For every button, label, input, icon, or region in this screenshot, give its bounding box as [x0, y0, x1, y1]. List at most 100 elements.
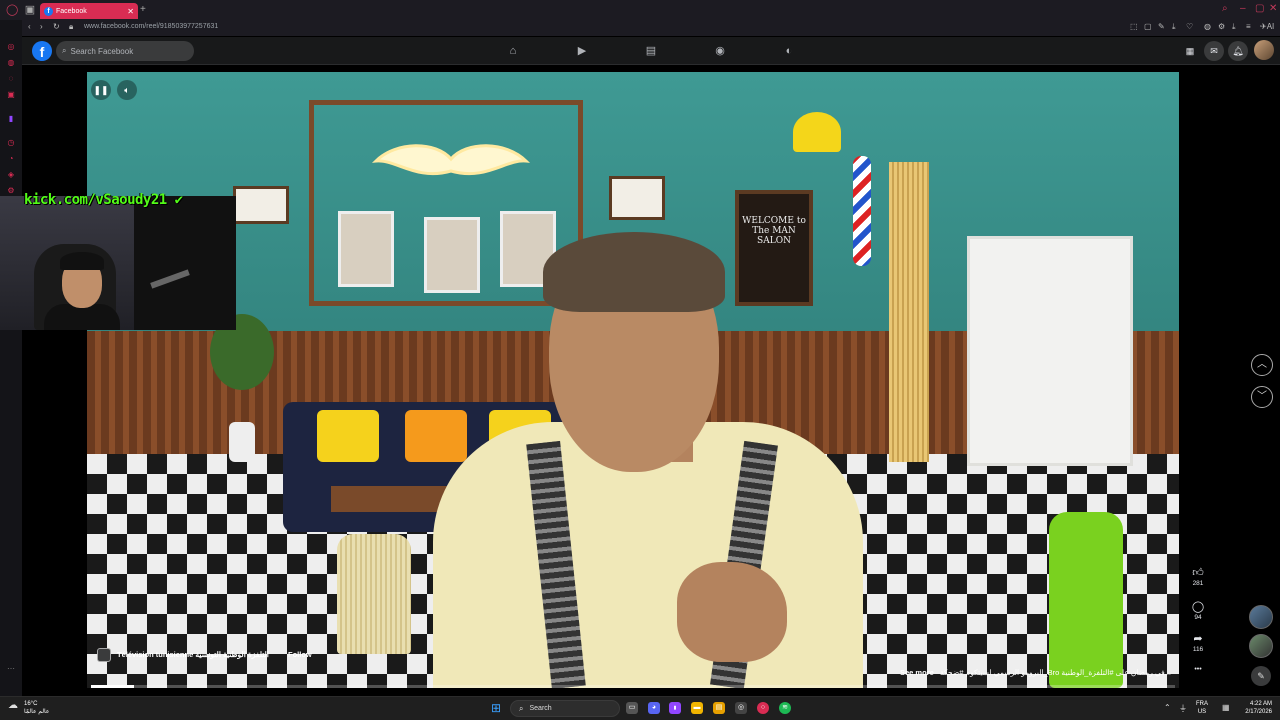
minimize-icon[interactable]: –	[1240, 3, 1246, 14]
clock[interactable]: 4:22 AM 2/17/2026	[1245, 700, 1272, 716]
taskbar-search-label: Search	[529, 705, 552, 712]
volume-icon[interactable]: 🔈︎	[117, 80, 137, 100]
download-icon[interactable]: ⤓	[1172, 22, 1176, 32]
lock-icon: 🔒︎	[69, 22, 74, 31]
clock-rail-icon[interactable]: ◷	[6, 138, 16, 148]
home-icon[interactable]: ⌂	[504, 42, 522, 60]
url-field[interactable]: www.facebook.com/reel/918503977257631	[84, 23, 218, 30]
instagram-rail-icon[interactable]: ▣	[6, 90, 16, 100]
copilot-icon[interactable]: ◍	[1204, 22, 1211, 31]
task-view-icon[interactable]: ▭	[626, 702, 638, 714]
microphone-icon[interactable]: ⏚	[1179, 703, 1187, 714]
facebook-header: f ⌕ Search Facebook ⌂ ▶︎ ▤ ◉ ◐ ▦ ✉︎ 🔔︎	[22, 37, 1280, 65]
file-explorer-icon[interactable]: ▬	[691, 702, 703, 714]
contact-avatar[interactable]	[1249, 634, 1273, 658]
video-progress-bar[interactable]	[91, 685, 1175, 688]
messenger-rail-icon[interactable]: ◍	[6, 58, 16, 68]
forward-icon[interactable]: ›	[40, 22, 43, 31]
network-icon[interactable]: ▦	[1222, 703, 1230, 712]
download-manager-icon[interactable]: ⤓	[1232, 22, 1236, 32]
search-icon: ⌕	[62, 46, 67, 55]
whatsapp-rail-icon[interactable]: ◌	[6, 74, 16, 84]
notifications-icon[interactable]: 🔔︎	[1228, 41, 1248, 61]
scene-certificate	[609, 176, 665, 220]
new-message-icon[interactable]: ✎	[1251, 666, 1271, 686]
webcam-mic	[150, 269, 190, 289]
menu-icon[interactable]: ≡	[1246, 22, 1251, 31]
tray-overflow-icon[interactable]: ⌃	[1164, 703, 1171, 712]
more-options-button[interactable]: •••	[1188, 666, 1208, 673]
scene-pillow	[405, 410, 467, 462]
new-tab-button[interactable]: +	[140, 4, 146, 15]
twitch-rail-icon[interactable]: ▮	[6, 114, 16, 124]
home-rail-icon[interactable]: ◎	[6, 42, 16, 52]
messenger-icon[interactable]: ✉︎	[1204, 41, 1224, 61]
settings-icon[interactable]: ⚙	[1218, 22, 1225, 31]
like-button[interactable]: 👍︎ 281	[1188, 566, 1208, 587]
menu-grid-icon[interactable]: ▦	[1180, 41, 1200, 61]
ai-button[interactable]: ✈︎AI	[1260, 22, 1274, 31]
mustache-neon-icon	[371, 144, 531, 176]
heart-icon[interactable]: ♡	[1186, 22, 1193, 31]
discord-icon[interactable]: ◕	[648, 702, 660, 714]
pause-icon[interactable]: ❚❚	[91, 80, 111, 100]
snapshot-icon[interactable]: ▢	[1144, 22, 1152, 31]
browser-sidebar: ◎ ◍ ◌ ▣ ▮ ◷ ◔ ◈ ⚙ ⋯	[0, 20, 22, 696]
barber-pole	[853, 156, 871, 266]
language-indicator[interactable]: FRA US	[1196, 700, 1208, 716]
spotify-icon[interactable]: ≋	[779, 702, 791, 714]
more-rail-icon[interactable]: ⋯	[6, 664, 16, 674]
scene-spray-bottle	[1049, 512, 1123, 688]
groups-icon[interactable]: ◉	[711, 42, 729, 60]
lang-code: FRA	[1196, 701, 1208, 707]
twitch-icon[interactable]: ▮	[669, 702, 681, 714]
back-icon[interactable]: ‹	[28, 22, 31, 31]
facebook-logo[interactable]: f	[32, 41, 52, 61]
opera-menu-icon[interactable]: ◯	[6, 4, 18, 16]
video-icon[interactable]: ▶︎	[573, 42, 591, 60]
reload-icon[interactable]: ↻	[53, 22, 60, 31]
share-button[interactable]: ➦ 116	[1188, 632, 1208, 653]
extensions-icon[interactable]: ✎	[1158, 22, 1165, 31]
history-rail-icon[interactable]: ◔	[6, 154, 16, 164]
bookmark-icon[interactable]: ⬚	[1130, 22, 1138, 31]
clock-time: 4:22 AM	[1249, 701, 1272, 707]
follow-button[interactable]: Follow	[288, 650, 312, 659]
profile-avatar[interactable]	[1254, 40, 1274, 60]
pin-rail-icon[interactable]: ◈	[6, 170, 16, 180]
next-reel-button[interactable]: ﹀	[1251, 386, 1273, 408]
weather-temp: 16°C	[24, 701, 38, 707]
folder-icon[interactable]: ▤	[713, 702, 725, 714]
search-tabs-icon[interactable]: ⌕	[1222, 3, 1228, 14]
reel-caption[interactable]: See more البرومو الرسمي لسيتكوم #ضحكة_Br…	[900, 668, 1171, 677]
page-avatar[interactable]	[97, 648, 111, 662]
taskbar-search[interactable]: ⌕ Search	[510, 700, 620, 717]
reel-video[interactable]: WELCOME to The MAN SALON ❚❚ 🔈︎ Télévisio…	[87, 72, 1179, 688]
windows-start-icon[interactable]: ⊞	[491, 702, 503, 714]
scene-certificate	[233, 186, 289, 224]
maximize-icon[interactable]: ▢	[1255, 3, 1264, 14]
kick-channel-text: kick.com/vSaoudy21 ✔	[24, 192, 183, 208]
comment-button[interactable]: ◯ 94	[1188, 600, 1208, 621]
close-window-icon[interactable]: ✕	[1269, 3, 1277, 14]
verified-icon: ✔	[174, 192, 183, 208]
obs-icon[interactable]: ◎	[735, 702, 747, 714]
comment-icon: ◯	[1191, 601, 1205, 613]
share-icon: ➦	[1193, 633, 1203, 645]
caption-text: البرومو الرسمي لسيتكوم #ضحكة_Bro في رمضا…	[939, 668, 1171, 677]
page-name[interactable]: Télévision tunisienne التلفزة الوطنية ال…	[117, 650, 269, 659]
weather-widget[interactable]: ☁︎ 16°C عالم عالمًا	[8, 700, 49, 716]
previous-reel-button[interactable]: ︿	[1251, 354, 1273, 376]
tab-list-icon[interactable]: ▣	[24, 4, 36, 16]
scene-photo	[338, 211, 394, 287]
opera-icon[interactable]: ○	[757, 702, 769, 714]
close-tab-icon[interactable]: ✕	[127, 7, 134, 16]
scene-photo	[424, 217, 480, 293]
tab-facebook[interactable]: f Facebook ✕	[40, 3, 138, 19]
see-more-link[interactable]: See more	[900, 668, 934, 677]
search-input[interactable]: ⌕ Search Facebook	[56, 41, 194, 61]
gaming-icon[interactable]: ◐	[780, 42, 798, 60]
comment-count: 94	[1194, 614, 1202, 621]
marketplace-icon[interactable]: ▤	[642, 42, 660, 60]
contact-avatar[interactable]	[1249, 605, 1273, 629]
